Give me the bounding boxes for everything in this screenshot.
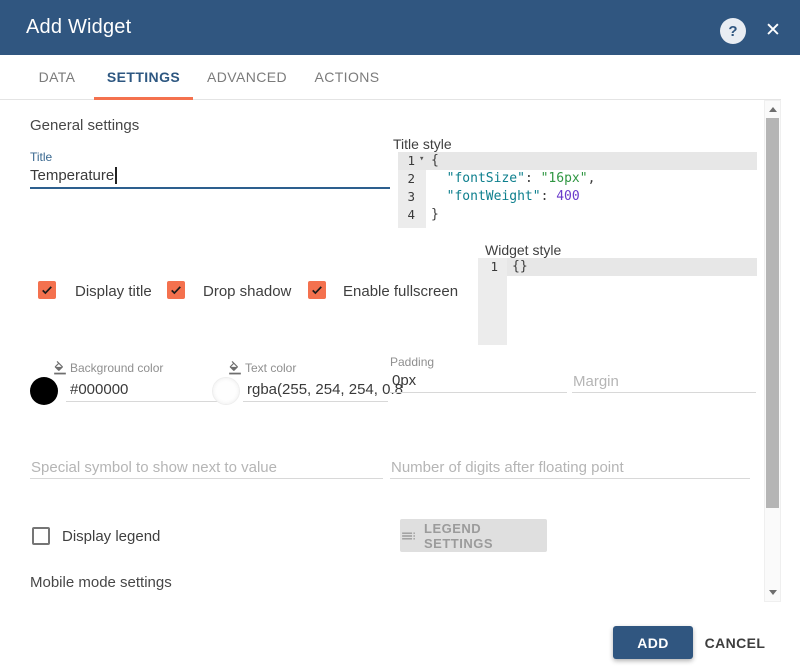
title-style-label: Title style <box>393 136 452 152</box>
enable-fullscreen-checkbox[interactable] <box>308 281 326 299</box>
code-text: } <box>431 207 439 222</box>
code-text: "fontSize": "16px", <box>431 170 595 188</box>
add-button[interactable]: ADD <box>613 626 693 659</box>
general-settings-heading: General settings <box>30 117 139 134</box>
scrollbar-thumb[interactable] <box>766 118 779 508</box>
background-color-label: Background color <box>70 361 163 375</box>
help-icon: ? <box>728 23 737 40</box>
padding-underline <box>390 392 567 393</box>
enable-fullscreen-label: Enable fullscreen <box>343 283 458 300</box>
line-number: 1 <box>478 258 498 276</box>
text-color-underline <box>243 401 388 402</box>
checkmark-icon <box>40 283 54 297</box>
scroll-down-arrow[interactable] <box>765 585 780 600</box>
text-color-swatch[interactable] <box>212 377 240 405</box>
add-widget-dialog: Add Widget ? ✕ DATA SETTINGS ADVANCED AC… <box>0 0 800 666</box>
text-cursor <box>115 167 117 184</box>
title-input[interactable]: Temperature <box>30 167 117 184</box>
text-color-label: Text color <box>245 361 296 375</box>
drop-shadow-checkbox[interactable] <box>167 281 185 299</box>
color-fill-icon <box>228 361 242 375</box>
tab-bar: DATA SETTINGS ADVANCED ACTIONS <box>0 55 781 100</box>
code-text: "fontWeight": 400 <box>431 188 580 206</box>
tab-settings[interactable]: SETTINGS <box>94 55 193 99</box>
line-number: 1 <box>398 152 415 170</box>
margin-underline <box>572 392 756 393</box>
margin-input[interactable]: Margin <box>573 373 619 390</box>
widget-style-label: Widget style <box>485 242 561 258</box>
drop-shadow-label: Drop shadow <box>203 283 291 300</box>
editor-active-line <box>398 152 757 170</box>
special-symbol-underline <box>30 478 383 479</box>
close-icon[interactable]: ✕ <box>760 17 786 43</box>
dialog-footer: ADD CANCEL <box>0 602 800 666</box>
title-style-code-editor[interactable]: 1 ▾ 2 3 4 { "fontSize": "16px", "fontWei… <box>398 152 757 228</box>
line-number: 3 <box>398 188 415 206</box>
padding-label: Padding <box>390 355 434 369</box>
cancel-button[interactable]: CANCEL <box>700 626 770 659</box>
editor-active-line <box>507 258 757 276</box>
title-field-label: Title <box>30 150 52 164</box>
display-legend-label: Display legend <box>62 528 160 545</box>
special-symbol-input[interactable]: Special symbol to show next to value <box>31 459 277 476</box>
mobile-mode-heading: Mobile mode settings <box>30 574 172 591</box>
tab-actions[interactable]: ACTIONS <box>301 55 393 99</box>
display-title-label: Display title <box>75 283 152 300</box>
dialog-header: Add Widget ? ✕ <box>0 0 800 55</box>
background-color-input[interactable]: #000000 <box>70 381 128 398</box>
decimals-underline <box>390 478 750 479</box>
legend-settings-button[interactable]: LEGEND SETTINGS <box>400 519 547 552</box>
checkmark-icon <box>169 283 183 297</box>
tab-advanced[interactable]: ADVANCED <box>193 55 301 99</box>
widget-style-code-editor[interactable]: 1 {} <box>478 258 757 345</box>
tab-data[interactable]: DATA <box>20 55 94 99</box>
code-text: {} <box>512 259 528 274</box>
scrollbar[interactable] <box>764 100 781 602</box>
dialog-title: Add Widget <box>26 16 131 39</box>
code-text: { <box>431 153 439 168</box>
color-fill-icon <box>53 361 67 375</box>
title-input-underline <box>30 187 390 189</box>
checkmark-icon <box>310 283 324 297</box>
help-button[interactable]: ? <box>720 18 746 44</box>
background-color-swatch[interactable] <box>30 377 58 405</box>
dialog-content: General settings Title Temperature Title… <box>0 100 764 602</box>
display-legend-checkbox[interactable] <box>32 527 50 545</box>
decimals-input[interactable]: Number of digits after floating point <box>391 459 624 476</box>
background-color-underline <box>66 401 233 402</box>
line-number: 2 <box>398 170 415 188</box>
display-title-checkbox[interactable] <box>38 281 56 299</box>
toc-icon <box>400 527 417 545</box>
fold-arrow-icon[interactable]: ▾ <box>419 154 424 164</box>
legend-settings-label: LEGEND SETTINGS <box>424 521 547 551</box>
scroll-up-arrow[interactable] <box>765 102 780 117</box>
padding-input[interactable]: 0px <box>392 372 416 389</box>
text-color-input[interactable]: rgba(255, 254, 254, 0.8 <box>247 381 403 398</box>
line-number: 4 <box>398 206 415 224</box>
